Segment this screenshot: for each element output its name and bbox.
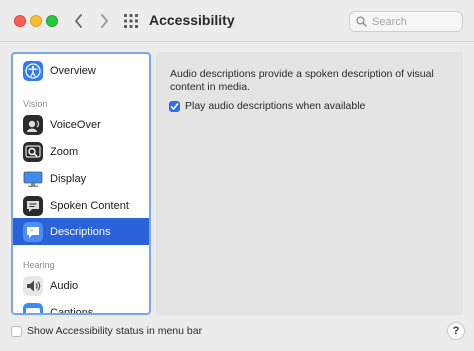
forward-button[interactable] [94, 10, 114, 32]
help-button[interactable]: ? [447, 322, 465, 340]
checkbox-label: Show Accessibility status in menu bar [27, 325, 203, 337]
grid-icon [124, 14, 138, 28]
section-header-vision: Vision [23, 99, 48, 109]
minimize-window-button[interactable] [30, 15, 42, 27]
menu-bar-status-option[interactable]: Show Accessibility status in menu bar [11, 325, 202, 337]
accessibility-icon [23, 60, 43, 81]
speaker-icon [23, 275, 43, 296]
sidebar-item-captions[interactable]: Captions [13, 299, 149, 315]
show-all-button[interactable] [122, 12, 140, 30]
menu-bar-status-checkbox[interactable] [11, 325, 22, 337]
description-line: content in media. [170, 81, 250, 93]
chevron-right-icon [100, 14, 108, 28]
sidebar-item-label: Audio [50, 279, 79, 292]
system-preferences-window: Accessibility Overview Vision VoiceOver … [0, 0, 474, 351]
zoom-window-button[interactable] [46, 15, 58, 27]
sidebar-item-overview[interactable]: Overview [13, 57, 149, 84]
captions-icon [23, 302, 43, 313]
section-header-hearing: Hearing [23, 260, 55, 270]
display-icon [23, 169, 43, 189]
sidebar-item-label: VoiceOver [50, 118, 101, 131]
back-button[interactable] [68, 10, 88, 32]
sidebar-item-label: Descriptions [50, 225, 111, 238]
descriptions-explanation: Audio descriptions provide a spoken desc… [170, 68, 440, 94]
sidebar-item-label: Overview [50, 64, 96, 77]
window-title: Accessibility [149, 12, 235, 28]
search-field[interactable] [349, 11, 463, 32]
play-audio-descriptions-option[interactable]: Play audio descriptions when available [169, 100, 365, 112]
checkbox-label: Play audio descriptions when available [185, 100, 366, 112]
sidebar-item-display[interactable]: Display [13, 165, 149, 192]
voiceover-icon [23, 114, 43, 135]
svg-text:": " [30, 229, 33, 236]
close-window-button[interactable] [14, 15, 26, 27]
sidebar-item-label: Captions [50, 306, 94, 315]
sidebar-item-zoom[interactable]: Zoom [13, 138, 149, 165]
chevron-left-icon [74, 14, 82, 28]
sidebar-item-spoken-content[interactable]: Spoken Content [13, 192, 149, 219]
descriptions-icon: " [23, 221, 43, 242]
play-audio-descriptions-checkbox[interactable] [169, 100, 180, 112]
search-input[interactable] [372, 15, 452, 28]
sidebar-item-label: Zoom [50, 145, 79, 158]
sidebar-item-label: Spoken Content [50, 199, 129, 212]
sidebar-item-label: Display [50, 172, 87, 185]
sidebar-item-voiceover[interactable]: VoiceOver [13, 111, 149, 138]
descriptions-panel: Audio descriptions provide a spoken desc… [156, 52, 463, 315]
search-icon [356, 16, 367, 27]
speech-bubble-icon [23, 195, 43, 216]
title-bar: Accessibility [0, 0, 474, 42]
sidebar-item-descriptions[interactable]: " Descriptions [13, 218, 149, 245]
sidebar[interactable]: Overview Vision VoiceOver Zoom Display S… [11, 52, 151, 315]
zoom-icon [23, 141, 43, 162]
checkmark-icon [170, 102, 179, 110]
sidebar-item-audio[interactable]: Audio [13, 272, 149, 299]
description-line: Audio descriptions provide a spoken desc… [170, 68, 434, 80]
